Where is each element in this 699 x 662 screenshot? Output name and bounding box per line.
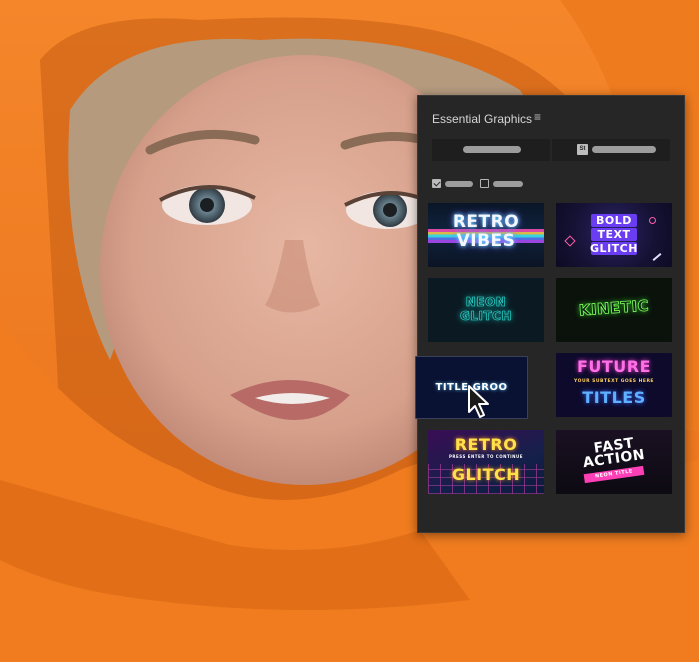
template-thumbnail[interactable]: RETRO VIBES [428,203,544,267]
template-subtitle: YOUR SUBTEXT GOES HERE [574,379,654,384]
tab-stock[interactable]: St [552,139,670,161]
adobe-stock-icon: St [577,144,588,155]
template-title-line: TITLES [582,388,646,407]
filter-a-label-placeholder [445,181,473,187]
tab-stock-label-placeholder [592,146,656,153]
template-thumbnail[interactable]: NEON GLITCH [428,278,544,342]
hamburger-menu-icon[interactable]: ≡ [534,111,541,123]
template-title-line: VIBES [456,231,516,251]
template-title-line: KINETIC [578,296,650,320]
template-thumbnail[interactable]: FAST ACTION NEON TITLE [556,430,672,494]
template-title-line: NEON [465,295,507,309]
template-subtitle: PRESS ENTER TO CONTINUE [449,454,523,459]
template-title-line: RETRO [454,435,518,454]
template-title-line: GLITCH [451,465,521,484]
template-title-line: GLITCH [590,242,638,255]
filter-b-label-placeholder [493,181,523,187]
template-title-line: RETRO [452,212,520,232]
template-thumbnail[interactable]: KINETIC [556,278,672,342]
tab-browse[interactable] [432,139,550,161]
mouse-pointer-icon [468,385,489,418]
filter-b-checkbox[interactable] [480,179,489,188]
template-thumbnail[interactable]: FUTURE YOUR SUBTEXT GOES HERE TITLES [556,353,672,417]
template-thumbnail[interactable]: RETRO PRESS ENTER TO CONTINUE GLITCH [428,430,544,494]
essential-graphics-panel: Essential Graphics ≡ St RETRO VIBES BOLD… [415,95,685,533]
panel-title: Essential Graphics [432,112,533,126]
template-thumbnail-dragging[interactable]: TITLE GROO [415,356,528,419]
circle-decoration [649,217,656,224]
template-title-line: FUTURE [576,357,652,376]
filter-a-checkbox[interactable] [432,179,441,188]
template-thumbnail[interactable]: BOLD TEXT GLITCH [556,203,672,267]
template-title-line: GLITCH [460,309,512,323]
tab-browse-label-placeholder [463,146,521,153]
